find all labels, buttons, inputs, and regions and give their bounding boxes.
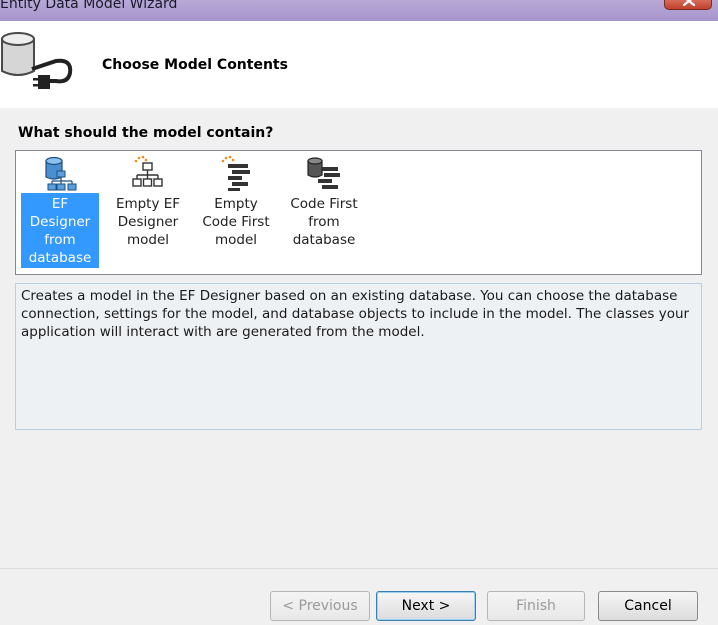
database-connection-icon	[1, 32, 73, 89]
close-button[interactable]	[664, 0, 712, 10]
option-label: EF Designer from database	[21, 193, 99, 268]
wizard-window: Entity Data Model Wizard Choose Model Co…	[0, 0, 718, 625]
footer-divider	[0, 568, 718, 569]
model-contents-list[interactable]: EF Designer from database Empty EF Desig…	[15, 150, 702, 275]
code-first-icon	[221, 155, 250, 191]
option-code-first-from-database[interactable]: Code First from database	[285, 155, 363, 251]
previous-button[interactable]: < Previous	[270, 591, 370, 621]
option-empty-ef-designer-model[interactable]: Empty EF Designer model	[109, 155, 187, 251]
option-label: Empty Code First model	[202, 196, 270, 248]
model-contents-prompt: What should the model contain?	[18, 125, 274, 141]
database-schema-icon	[45, 156, 77, 191]
hierarchy-icon	[132, 155, 163, 187]
finish-button[interactable]: Finish	[487, 591, 585, 621]
option-label: Empty EF Designer model	[115, 196, 181, 248]
database-code-icon	[307, 157, 340, 189]
cancel-button[interactable]: Cancel	[598, 591, 698, 621]
title-bar: Entity Data Model Wizard	[0, 0, 718, 21]
option-empty-code-first-model[interactable]: Empty Code First model	[197, 155, 275, 251]
option-description: Creates a model in the EF Designer based…	[15, 283, 702, 430]
wizard-header: Choose Model Contents	[0, 21, 718, 108]
close-icon	[683, 0, 695, 6]
option-ef-designer-from-database[interactable]: EF Designer from database	[21, 155, 99, 268]
next-button[interactable]: Next >	[376, 591, 476, 621]
option-label: Code First from database	[290, 196, 358, 248]
page-title: Choose Model Contents	[102, 57, 288, 73]
window-title: Entity Data Model Wizard	[0, 0, 178, 12]
